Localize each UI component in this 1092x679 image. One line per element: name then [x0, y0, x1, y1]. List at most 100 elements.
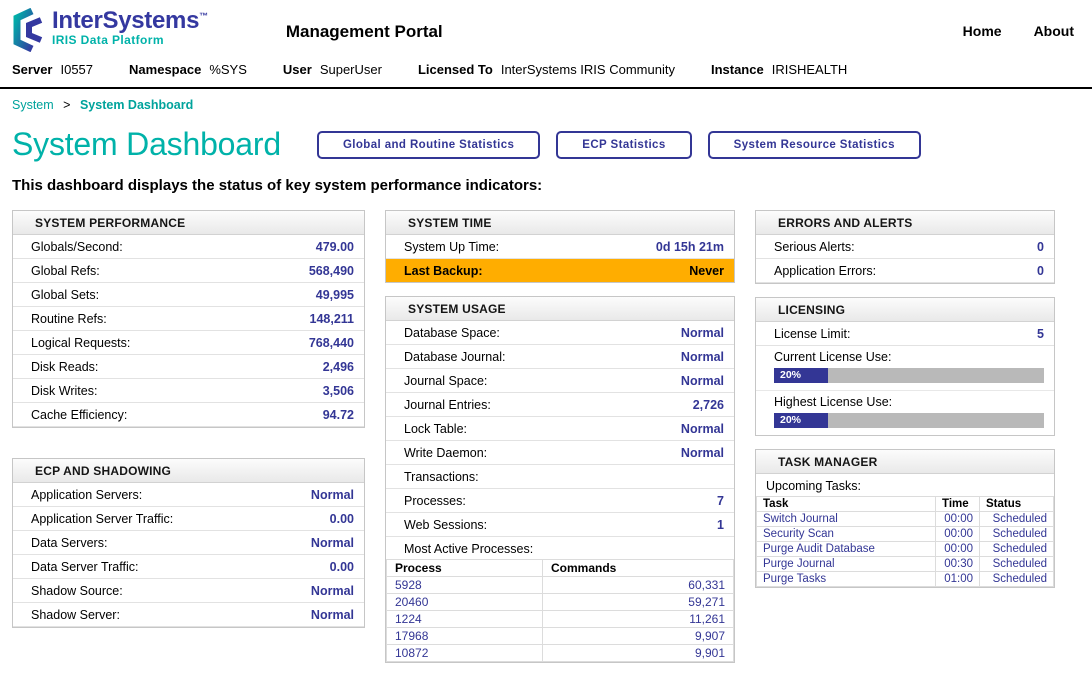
stat-row: Application Server Traffic:0.00: [13, 507, 364, 531]
info-value: I0557: [60, 62, 93, 77]
most-active-processes-table: Process Commands 592860,331 2046059,271 …: [386, 559, 734, 662]
stat-row: Database Space:Normal: [386, 321, 734, 345]
stat-value: 0: [1037, 240, 1044, 254]
stat-label: Data Server Traffic:: [31, 560, 138, 574]
stat-value: Normal: [681, 446, 724, 460]
stat-value: 568,490: [309, 264, 354, 278]
stat-row: System Up Time:0d 15h 21m: [386, 235, 734, 259]
stat-label: Disk Reads:: [31, 360, 98, 374]
stat-value: 2,496: [323, 360, 354, 374]
about-link[interactable]: About: [1034, 23, 1074, 39]
panel-system-performance: SYSTEM PERFORMANCE Globals/Second:479.00…: [12, 210, 365, 428]
stat-row: Globals/Second:479.00: [13, 235, 364, 259]
process-id: 1224: [387, 611, 543, 628]
stat-row: License Limit:5: [756, 322, 1054, 346]
stat-label: Cache Efficiency:: [31, 408, 127, 422]
logo-text: InterSystems™ IRIS Data Platform: [52, 8, 208, 47]
process-row: 2046059,271: [387, 594, 734, 611]
top-nav: Home About: [963, 23, 1074, 39]
intersystems-logo-icon: [12, 8, 46, 52]
info-instance: Instance IRISHEALTH: [711, 62, 847, 77]
panel-errors-alerts: ERRORS AND ALERTS Serious Alerts:0 Appli…: [755, 210, 1055, 284]
portal-title: Management Portal: [286, 22, 443, 42]
column-2: SYSTEM TIME System Up Time:0d 15h 21m La…: [385, 210, 735, 663]
task-link[interactable]: Purge Tasks: [763, 573, 826, 585]
task-status: Scheduled: [980, 572, 1054, 587]
dashboard-description: This dashboard displays the status of ke…: [0, 169, 1092, 196]
task-link[interactable]: Security Scan: [763, 528, 834, 540]
license-use-bar-fill: 20%: [774, 413, 828, 428]
system-resource-statistics-button[interactable]: System Resource Statistics: [708, 131, 921, 159]
current-license-use-block: Current License Use: 20%: [756, 346, 1054, 391]
info-value: SuperUser: [320, 62, 382, 77]
stat-label: Write Daemon:: [404, 446, 487, 460]
column-3: ERRORS AND ALERTS Serious Alerts:0 Appli…: [755, 210, 1055, 588]
info-licensed-to: Licensed To InterSystems IRIS Community: [418, 62, 675, 77]
stat-value: Normal: [681, 422, 724, 436]
info-value: %SYS: [209, 62, 247, 77]
stat-row: Data Server Traffic: 0.00: [13, 555, 364, 579]
home-link[interactable]: Home: [963, 23, 1002, 39]
highest-license-use-block: Highest License Use: 20%: [756, 391, 1054, 435]
highest-license-use-label: Highest License Use:: [774, 395, 1044, 409]
stat-row: Database Journal:Normal: [386, 345, 734, 369]
process-commands: 9,907: [543, 628, 734, 645]
trademark: ™: [199, 11, 208, 21]
stat-label: Global Sets:: [31, 288, 99, 302]
stat-label: Disk Writes:: [31, 384, 97, 398]
panel-title: SYSTEM PERFORMANCE: [13, 211, 364, 235]
global-routine-statistics-button[interactable]: Global and Routine Statistics: [317, 131, 540, 159]
info-value: IRISHEALTH: [772, 62, 848, 77]
column-1: SYSTEM PERFORMANCE Globals/Second:479.00…: [12, 210, 365, 628]
stat-label: Web Sessions:: [404, 518, 487, 532]
column-header-task: Task: [757, 497, 936, 512]
stat-label: Database Journal:: [404, 350, 505, 364]
breadcrumb: System > System Dashboard: [0, 89, 1092, 116]
dashboard: SYSTEM PERFORMANCE Globals/Second:479.00…: [0, 196, 1092, 663]
title-row: System Dashboard Global and Routine Stat…: [0, 116, 1092, 169]
stat-value: Never: [689, 264, 724, 278]
panel-task-manager: TASK MANAGER Upcoming Tasks: Task Time S…: [755, 449, 1055, 588]
stat-row: Data Servers:Normal: [13, 531, 364, 555]
process-id: 5928: [387, 577, 543, 594]
column-header-time: Time: [936, 497, 980, 512]
stat-row: Disk Reads: 2,496: [13, 355, 364, 379]
process-id: 17968: [387, 628, 543, 645]
task-link[interactable]: Purge Audit Database: [763, 543, 875, 555]
intersystems-logo: InterSystems™ IRIS Data Platform: [12, 8, 208, 52]
task-row: Purge Journal 00:30 Scheduled: [757, 557, 1054, 572]
stat-row: Shadow Server:Normal: [13, 603, 364, 627]
process-commands: 11,261: [543, 611, 734, 628]
stat-value: 148,211: [310, 312, 355, 326]
stat-row: Processes:7: [386, 489, 734, 513]
process-commands: 60,331: [543, 577, 734, 594]
stat-row: Lock Table:Normal: [386, 417, 734, 441]
stat-label: Logical Requests:: [31, 336, 130, 350]
stat-label: Global Refs:: [31, 264, 100, 278]
stat-value: Normal: [681, 374, 724, 388]
stat-row: Global Refs: 568,490: [13, 259, 364, 283]
stat-row: Serious Alerts:0: [756, 235, 1054, 259]
stat-label: Routine Refs:: [31, 312, 107, 326]
upcoming-tasks-table: Task Time Status Switch Journal 00:00 Sc…: [756, 496, 1054, 587]
info-label: Instance: [711, 62, 764, 77]
task-status: Scheduled: [980, 542, 1054, 557]
breadcrumb-system-link[interactable]: System: [12, 98, 54, 112]
process-row: 122411,261: [387, 611, 734, 628]
stat-value: 0.00: [330, 560, 354, 574]
stat-label: Shadow Source:: [31, 584, 123, 598]
statistics-buttons: Global and Routine Statistics ECP Statis…: [317, 131, 921, 159]
panel-system-usage: SYSTEM USAGE Database Space:Normal Datab…: [385, 296, 735, 663]
info-label: Namespace: [129, 62, 201, 77]
ecp-statistics-button[interactable]: ECP Statistics: [556, 131, 691, 159]
info-value: InterSystems IRIS Community: [501, 62, 675, 77]
task-row: Purge Tasks 01:00 Scheduled: [757, 572, 1054, 587]
info-server: Server I0557: [12, 62, 93, 77]
stat-label: Application Servers:: [31, 488, 142, 502]
most-active-processes-label: Most Active Processes:: [386, 537, 734, 559]
panel-system-time: SYSTEM TIME System Up Time:0d 15h 21m La…: [385, 210, 735, 283]
task-link[interactable]: Purge Journal: [763, 558, 835, 570]
task-status: Scheduled: [980, 557, 1054, 572]
task-link[interactable]: Switch Journal: [763, 513, 838, 525]
license-use-bar-track: 20%: [774, 368, 1044, 383]
